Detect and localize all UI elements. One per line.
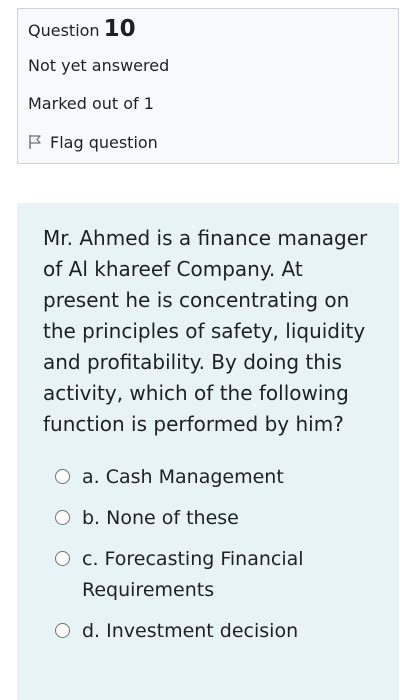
answer-option-d[interactable]: d. Investment decision <box>55 616 373 647</box>
answer-option-a[interactable]: a. Cash Management <box>55 462 373 493</box>
answer-label: a. Cash Management <box>82 466 284 488</box>
question-label: Question <box>28 21 100 40</box>
radio-button[interactable] <box>55 469 70 484</box>
answer-options: a. Cash Management b. None of these c. F… <box>43 462 373 647</box>
answer-label: d. Investment decision <box>82 620 299 642</box>
answer-label: b. None of these <box>82 507 239 529</box>
answer-label: c. Forecasting Financial Requirements <box>82 548 304 601</box>
answer-status: Not yet answered <box>28 56 170 75</box>
question-info-panel: Question 10 Not yet answered Marked out … <box>17 8 399 164</box>
question-number: 10 <box>103 16 136 42</box>
question-content-panel: Mr. Ahmed is a finance manager of Al kha… <box>17 203 399 700</box>
radio-button[interactable] <box>55 623 70 638</box>
flag-question-link[interactable]: Flag question <box>28 123 388 161</box>
answer-option-c[interactable]: c. Forecasting Financial Requirements <box>55 544 373 606</box>
radio-button[interactable] <box>55 551 70 566</box>
flag-question-label: Flag question <box>50 132 158 152</box>
question-heading: Question 10 <box>28 17 388 47</box>
marks-info: Marked out of 1 <box>28 94 154 113</box>
answer-option-b[interactable]: b. None of these <box>55 503 373 534</box>
flag-icon <box>28 134 42 150</box>
radio-button[interactable] <box>55 510 70 525</box>
question-text: Mr. Ahmed is a finance manager of Al kha… <box>43 226 368 436</box>
